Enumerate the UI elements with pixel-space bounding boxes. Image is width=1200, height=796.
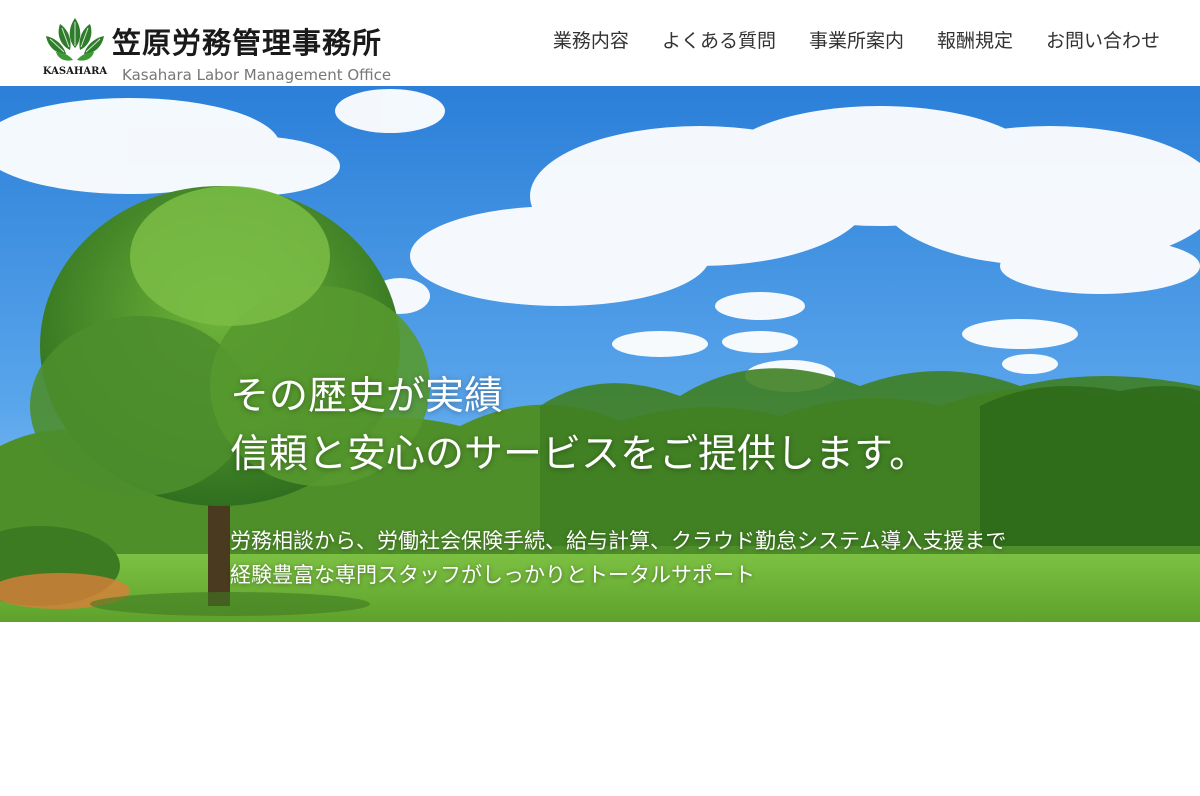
emblem-text: KASAHARA xyxy=(43,66,108,77)
nav-item-fees[interactable]: 報酬規定 xyxy=(937,26,1013,53)
hero-banner: その歴史が実績 信頼と安心のサービスをご提供します。 労務相談から、労働社会保険… xyxy=(0,86,1200,622)
site-header: KASAHARA 笠原労務管理事務所 Kasahara Labor Manage… xyxy=(0,0,1200,86)
main-nav: 業務内容 よくある質問 事業所案内 報酬規定 お問い合わせ xyxy=(553,26,1160,53)
hero-headline-line-1: その歴史が実績 xyxy=(230,374,504,419)
nav-item-faq[interactable]: よくある質問 xyxy=(662,26,776,53)
nav-item-office-info[interactable]: 事業所案内 xyxy=(809,26,904,53)
hero-subtext-line-1: 労務相談から、労働社会保険手続、給与計算、クラウド勤怠システム導入支援まで xyxy=(230,529,1007,553)
hero-subtext: 労務相談から、労働社会保険手続、給与計算、クラウド勤怠システム導入支援まで 経験… xyxy=(230,524,1006,592)
hero-subtext-line-2: 経験豊富な専門スタッフがしっかりとトータルサポート xyxy=(230,563,755,587)
site-title: 笠原労務管理事務所 xyxy=(112,26,383,60)
nav-item-contact[interactable]: お問い合わせ xyxy=(1046,26,1160,53)
leaf-emblem-icon: KASAHARA xyxy=(43,18,108,77)
site-logo[interactable]: KASAHARA 笠原労務管理事務所 Kasahara Labor Manage… xyxy=(40,12,420,84)
hero-headline-line-2: 信頼と安心のサービスをご提供します。 xyxy=(230,432,929,477)
site-subtitle: Kasahara Labor Management Office xyxy=(122,66,392,84)
hero-headline: その歴史が実績 信頼と安心のサービスをご提供します。 xyxy=(230,368,928,484)
nav-item-services[interactable]: 業務内容 xyxy=(553,26,629,53)
